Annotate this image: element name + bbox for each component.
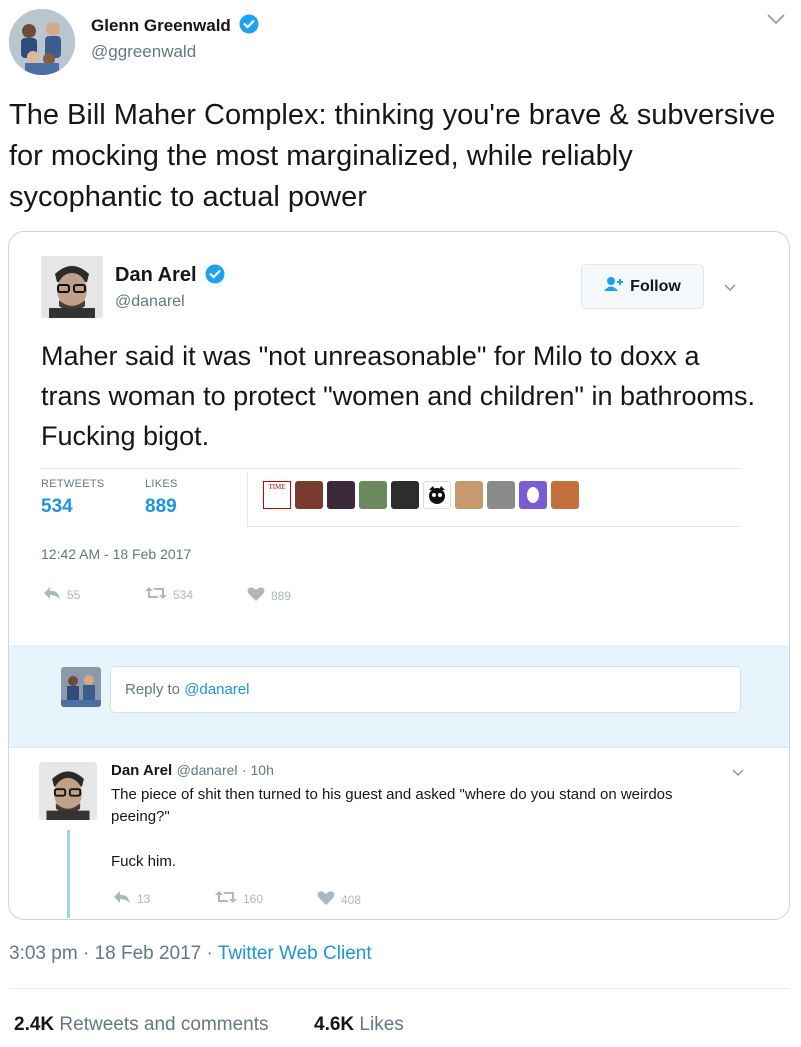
verified-icon	[205, 264, 225, 289]
verified-icon	[239, 14, 259, 39]
liker-avatar[interactable]	[359, 481, 387, 509]
quoted-tweet-text: Maher said it was "not unreasonable" for…	[41, 341, 756, 451]
thread-line	[67, 830, 70, 918]
divider	[9, 747, 789, 748]
user-avatar[interactable]	[61, 667, 101, 707]
liker-avatar[interactable]	[455, 481, 483, 509]
liker-avatar[interactable]	[327, 481, 355, 509]
quoted-author-avatar[interactable]	[41, 256, 103, 318]
retweets-stat[interactable]: 2.4K Retweets and comments	[14, 1014, 269, 1036]
retweet-count: 160	[243, 891, 264, 906]
reply-placeholder: Reply to	[125, 681, 181, 698]
reply-text: The piece of shit then turned to his gue…	[111, 786, 673, 825]
reply-icon	[113, 890, 131, 907]
author-handle[interactable]: @ggreenwald	[91, 42, 196, 62]
like-action[interactable]: 889	[247, 586, 291, 605]
liker-avatar[interactable]	[391, 481, 419, 509]
chevron-down-icon[interactable]	[766, 12, 786, 31]
author-name[interactable]: Glenn Greenwald	[91, 16, 231, 35]
retweet-icon	[215, 890, 237, 907]
reply-action[interactable]: 13	[113, 890, 150, 907]
liker-avatar[interactable]	[295, 481, 323, 509]
meta-separator: ·	[206, 943, 213, 964]
stat-divider	[247, 472, 248, 526]
reply-author-name[interactable]: Dan Arel	[111, 762, 172, 779]
retweet-icon	[145, 586, 167, 603]
retweets-label: RETWEETS	[41, 478, 105, 490]
liker-avatar[interactable]: TIME	[263, 481, 291, 509]
likes-label: LIKES	[145, 478, 178, 490]
likes-count: 4.6K	[314, 1014, 355, 1035]
retweets-value[interactable]: 534	[41, 496, 73, 518]
author-avatar[interactable]	[9, 9, 75, 75]
like-count: 889	[271, 588, 292, 603]
retweet-action[interactable]: 160	[215, 890, 263, 907]
quoted-author-name[interactable]: Dan Arel	[115, 264, 197, 286]
chevron-down-icon[interactable]	[723, 280, 737, 298]
reply-text-2: Fuck him.	[111, 853, 177, 870]
likes-stat[interactable]: 4.6K Likes	[314, 1014, 404, 1036]
retweet-count: 534	[173, 587, 194, 602]
like-action[interactable]: 408	[317, 890, 361, 909]
reply-icon	[43, 586, 61, 603]
reply-count: 55	[67, 587, 81, 602]
liker-badge: TIME	[268, 483, 286, 491]
tweet-meta: 3:03 pm · 18 Feb 2017 · Twitter Web Clie…	[9, 943, 372, 965]
liker-avatar[interactable]	[487, 481, 515, 509]
quoted-timestamp[interactable]: 12:42 AM - 18 Feb 2017	[41, 546, 191, 562]
follow-label: Follow	[630, 277, 681, 295]
tweet-time[interactable]: 3:03 pm	[9, 943, 78, 964]
divider	[9, 988, 790, 989]
like-count: 408	[341, 892, 362, 907]
likes-value[interactable]: 889	[145, 496, 177, 518]
liker-avatar[interactable]	[551, 481, 579, 509]
chevron-down-icon[interactable]	[731, 765, 745, 783]
likers-avatars[interactable]: TIME	[263, 481, 579, 509]
retweets-count: 2.4K	[14, 1014, 55, 1035]
reply-author-handle[interactable]: @danarel	[177, 762, 238, 778]
reply-count: 13	[137, 891, 151, 906]
reply-input[interactable]: Reply to @danarel	[110, 666, 741, 713]
reply-composer: Reply to @danarel	[9, 645, 789, 747]
follow-button[interactable]: Follow	[581, 264, 704, 309]
reply-time[interactable]: · 10h	[242, 762, 274, 778]
divider	[41, 468, 741, 469]
reply-action[interactable]: 55	[43, 586, 80, 603]
heart-icon	[317, 890, 335, 909]
retweets-label: Retweets and comments	[59, 1014, 269, 1035]
likes-label: Likes	[359, 1014, 404, 1035]
author-name-row: Glenn Greenwald	[91, 14, 259, 39]
liker-avatar[interactable]	[519, 481, 547, 509]
reply-header: Dan Arel @danarel · 10h	[111, 762, 274, 780]
quoted-tweet-card[interactable]: Dan Arel @danarel Follow Maher said it w…	[8, 231, 790, 920]
reply-mention: @danarel	[184, 681, 250, 698]
tweet-date[interactable]: 18 Feb 2017	[95, 943, 202, 964]
heart-icon	[247, 586, 265, 605]
add-user-icon	[604, 276, 624, 297]
reply-author-avatar[interactable]	[39, 762, 97, 820]
retweet-action[interactable]: 534	[145, 586, 193, 603]
quoted-name-row: Dan Arel	[115, 264, 225, 289]
divider	[247, 526, 741, 527]
liker-avatar[interactable]	[423, 481, 451, 509]
tweet-text: The Bill Maher Complex: thinking you're …	[9, 99, 776, 213]
meta-separator: ·	[82, 943, 90, 964]
tweet-client[interactable]: Twitter Web Client	[218, 943, 372, 964]
quoted-author-handle[interactable]: @danarel	[115, 293, 185, 311]
